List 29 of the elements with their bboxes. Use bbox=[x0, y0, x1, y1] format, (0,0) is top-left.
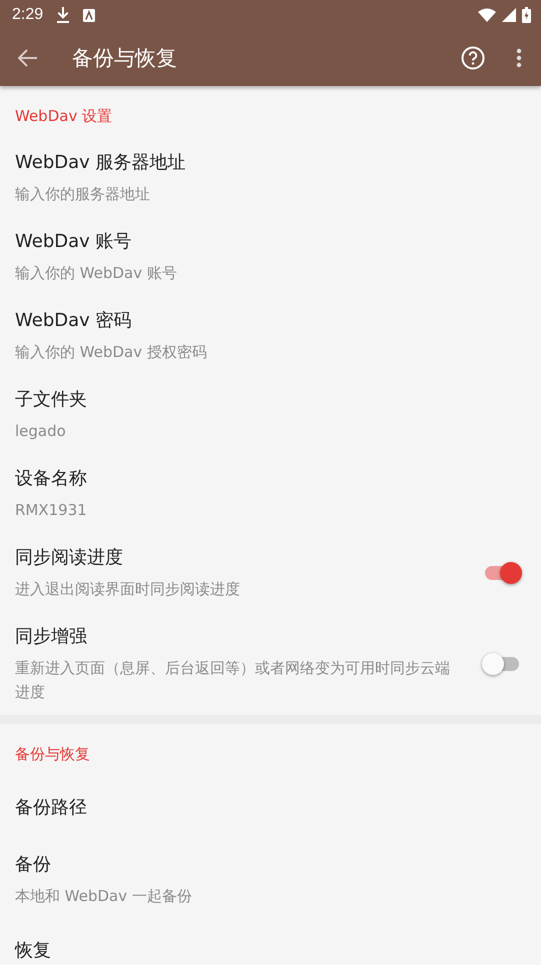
setting-title[interactable]: 备份 bbox=[15, 852, 526, 878]
setting-summary: 进入退出阅读界面时同步阅读进度 bbox=[15, 579, 241, 600]
setting-title[interactable]: 恢复 bbox=[15, 938, 526, 964]
setting-summary: RMX1931 bbox=[15, 500, 88, 521]
setting-summary: 输入你的 WebDav 授权密码 bbox=[15, 342, 208, 363]
setting-summary: 输入你的服务器地址 bbox=[15, 184, 151, 205]
setting-title[interactable]: 设备名称 bbox=[15, 466, 526, 492]
section-header: WebDav 设置 bbox=[14, 106, 114, 127]
status-time: 2:29 bbox=[12, 6, 44, 24]
setting-title[interactable]: WebDav 密码 bbox=[15, 308, 526, 334]
setting-summary: 本地和 WebDav 一起备份 bbox=[15, 886, 193, 907]
setting-title[interactable]: 同步阅读进度 bbox=[15, 545, 458, 571]
setting-summary: 重新进入页面（息屏、后台返回等）或者网络变为可用时同步云端进度 bbox=[15, 658, 451, 703]
section-header: 备份与恢复 bbox=[14, 744, 91, 765]
app-notification-icon bbox=[83, 8, 96, 22]
setting-summary: 输入你的 WebDav 账号 bbox=[15, 263, 178, 284]
setting-title[interactable]: WebDav 服务器地址 bbox=[15, 150, 526, 176]
setting-title[interactable]: WebDav 账号 bbox=[15, 229, 526, 255]
setting-title[interactable]: 备份路径 bbox=[15, 795, 526, 821]
app-bar-title: 备份与恢复 bbox=[72, 45, 178, 72]
help-button[interactable] bbox=[459, 44, 487, 72]
setting-title[interactable]: 子文件夹 bbox=[15, 387, 526, 413]
more-options-icon[interactable] bbox=[516, 48, 522, 68]
setting-summary: legado bbox=[15, 421, 67, 442]
setting-title[interactable]: 同步增强 bbox=[15, 624, 458, 650]
signal-icon bbox=[502, 8, 516, 22]
wifi-icon bbox=[478, 8, 496, 22]
battery-icon bbox=[522, 7, 531, 23]
download-icon bbox=[57, 7, 70, 23]
